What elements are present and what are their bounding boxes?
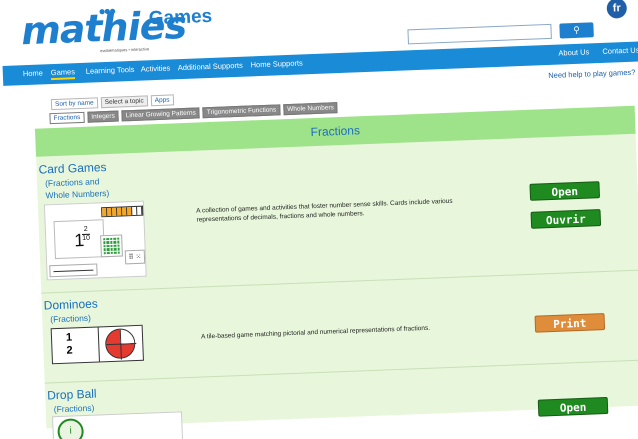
game-subtitle: (Fractions) (50, 312, 92, 325)
sort-tabs: Sort by name Select a topic Apps (50, 94, 174, 111)
search-input[interactable] (407, 23, 552, 45)
number-line-card (49, 263, 98, 278)
help-link[interactable]: Need help to play games? (548, 68, 635, 80)
tenths-bar-card (101, 205, 144, 218)
game-title-dominoes[interactable]: Dominoes (43, 296, 98, 312)
drop-ball-icon: i (57, 418, 85, 439)
domino-fraction: 1 2 (66, 331, 73, 357)
nav-home-supports[interactable]: Home Supports (251, 58, 303, 69)
logo-tagline: mathématiques • interactive (99, 46, 150, 54)
domino-numerator: 1 (65, 331, 73, 344)
tab-integers[interactable]: Integers (87, 110, 119, 123)
logo-dots-icon: ●●● (98, 3, 115, 19)
pie-fraction-icon (104, 328, 136, 360)
game-description: A tile-based game matching pictorial and… (200, 324, 431, 341)
drop-ball-thumbnail[interactable]: i (52, 411, 184, 439)
nav-contact-us[interactable]: Contact Us (602, 45, 638, 55)
hundreds-grid-card (100, 234, 123, 258)
nav-about-us[interactable]: About Us (558, 47, 589, 57)
domino-denominator: 2 (66, 344, 73, 357)
game-title-card-games[interactable]: Card Games (38, 160, 107, 177)
game-title-drop-ball[interactable]: Drop Ball (47, 387, 97, 403)
domino-thumbnail[interactable]: 1 2 (50, 324, 144, 365)
games-list: Fractions Card Games (Fractions and Whol… (34, 105, 638, 439)
card-denominator: 10 (82, 233, 91, 244)
nav-additional-supports[interactable]: Additional Supports (178, 61, 243, 72)
nav-activities[interactable]: Activities (141, 64, 171, 74)
game-subtitle: (Fractions) (53, 402, 95, 415)
domino-picture-half (97, 325, 144, 362)
game-subtitle: (Fractions and (44, 176, 100, 189)
search-icon: ⚲ (573, 24, 581, 36)
tab-fractions[interactable]: Fractions (49, 111, 85, 125)
games-heading: Games (148, 5, 213, 30)
print-button[interactable]: Print (534, 313, 606, 333)
tab-sort-by-name[interactable]: Sort by name (50, 97, 98, 111)
domino-fraction-half: 1 2 (52, 328, 98, 364)
tab-select-topic[interactable]: Select a topic (100, 95, 148, 109)
nav-learning-tools[interactable]: Learning Tools (86, 65, 135, 76)
open-button[interactable]: Open (529, 181, 601, 201)
page: mathies ●●● mathématiques • interactive … (0, 0, 638, 439)
language-toggle-button[interactable]: fr (606, 0, 628, 19)
tab-linear-growing-patterns[interactable]: Linear Growing Patterns (121, 107, 201, 122)
ouvrir-button[interactable]: Ouvrir (530, 209, 602, 229)
tab-apps[interactable]: Apps (150, 94, 174, 107)
tab-whole-numbers[interactable]: Whole Numbers (283, 102, 339, 116)
game-description: A collection of games and activities tha… (196, 197, 453, 224)
dice-card: ⠿ ⁙ (124, 249, 146, 265)
card-fraction: 2 10 (82, 226, 91, 244)
nav-games[interactable]: Games (50, 67, 76, 81)
game-subtitle: Whole Numbers) (45, 187, 110, 201)
divider (44, 359, 638, 384)
tab-trigonometric-functions[interactable]: Trigonometric Functions (202, 104, 281, 119)
fraction-card: 1 (53, 219, 105, 260)
nav-home[interactable]: Home (23, 68, 43, 78)
search-button[interactable]: ⚲ (559, 22, 594, 39)
open-button[interactable]: Open (537, 396, 609, 417)
card-games-thumbnail[interactable]: 1 2 10 ⠿ ⁙ (43, 200, 147, 281)
